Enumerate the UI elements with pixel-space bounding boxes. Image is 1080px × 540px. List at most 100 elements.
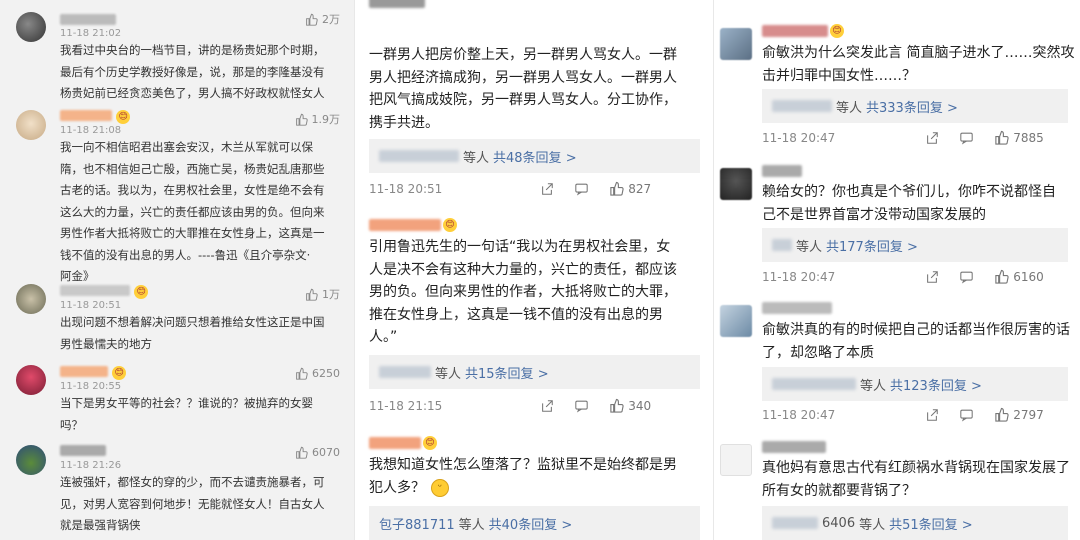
- reply-count-link[interactable]: 共48条回复 >: [493, 147, 577, 166]
- reply-summary[interactable]: 等人 共123条回复 >: [762, 367, 1068, 401]
- comment-text: 连被强奸，都怪女的穿的少，而不去谴责施暴者，可 见，对男人宽容到何地步！无能就怪…: [60, 475, 325, 532]
- comment-text: 引用鲁迅先生的一句话“我以为在男权社会里，女 人是决不会有这种大力量的，兴亡的责…: [369, 239, 677, 346]
- reply-count-link[interactable]: 共177条回复 >: [826, 236, 918, 255]
- share-icon[interactable]: [925, 131, 939, 145]
- comment-meta: 11-18 20:47 6160: [762, 269, 1068, 284]
- username[interactable]: 😊: [60, 108, 131, 124]
- reply-summary[interactable]: 等人 共48条回复 >: [369, 139, 700, 173]
- thumbs-up-icon: [994, 269, 1009, 284]
- like-button[interactable]: 6070: [295, 446, 340, 459]
- comment-meta: 11-18 20:47 7885: [762, 130, 1068, 145]
- comment-icon[interactable]: [959, 131, 974, 145]
- reply-suffix: 等人: [463, 150, 490, 166]
- reply-suffix: 等人: [836, 100, 863, 116]
- comment-icon[interactable]: [574, 399, 589, 413]
- like-count: 2797: [1013, 407, 1044, 422]
- reply-suffix: 等人: [796, 239, 823, 255]
- like-count: 2万: [322, 13, 340, 26]
- comment-time: 11-18 20:47: [762, 407, 836, 422]
- reply-summary[interactable]: 6406 等人 共51条回复 >: [762, 506, 1068, 540]
- username[interactable]: [369, 0, 425, 8]
- thumbs-up-icon: [305, 288, 318, 301]
- share-icon[interactable]: [540, 182, 554, 196]
- comment-icon[interactable]: [574, 182, 589, 196]
- avatar[interactable]: [720, 168, 752, 200]
- thumbs-up-icon: [994, 130, 1009, 145]
- comment-icon[interactable]: [959, 408, 974, 422]
- avatar[interactable]: [16, 445, 46, 475]
- reply-count-link[interactable]: 共40条回复 >: [489, 514, 573, 533]
- comment-time: 11-18 20:47: [762, 269, 836, 284]
- avatar[interactable]: [16, 284, 46, 314]
- comment-text: 一群男人把房价整上天，另一群男人骂女人。一群 男人把经济搞成狗，另一群男人骂女人…: [369, 47, 677, 131]
- reply-suffix: 等人: [860, 378, 887, 394]
- avatar[interactable]: [16, 365, 46, 395]
- like-count: 6070: [312, 446, 340, 459]
- like-button[interactable]: 1万: [305, 286, 340, 302]
- like-button[interactable]: 827: [609, 181, 651, 196]
- username[interactable]: [60, 443, 106, 459]
- thumbs-up-icon: [295, 367, 308, 380]
- avatar[interactable]: [720, 28, 752, 60]
- reply-count-link[interactable]: 共123条回复 >: [890, 375, 982, 394]
- comment-text: 俞敏洪真的有的时候把自己的话都当作很厉害的话 了，却忽略了本质: [762, 322, 1070, 361]
- reply-count-link[interactable]: 共333条回复 >: [866, 97, 958, 116]
- comment-panel-left: 11-18 21:02 2万 我看过中央台的一档节目，讲的是杨贵妃那个时期， 最…: [0, 0, 354, 540]
- like-button[interactable]: 7885: [994, 130, 1044, 145]
- reply-user[interactable]: 包子881711: [379, 514, 455, 533]
- comment-text: 俞敏洪为什么突发此言 简直脑子进水了……突然攻 击并归罪中国女性……？: [762, 45, 1075, 84]
- username[interactable]: 😊: [60, 364, 127, 380]
- like-button[interactable]: 6250: [295, 367, 340, 380]
- share-icon[interactable]: [540, 399, 554, 413]
- thumbs-up-icon: [305, 13, 318, 26]
- thumbs-up-icon: [295, 446, 308, 459]
- username[interactable]: [762, 302, 832, 314]
- share-icon[interactable]: [925, 270, 939, 284]
- comment-meta: 11-18 20:47 2797: [762, 407, 1068, 422]
- reply-count-link[interactable]: 共15条回复 >: [465, 363, 549, 382]
- avatar[interactable]: [720, 444, 752, 476]
- thumbs-up-icon: [609, 398, 624, 413]
- comment-text: 真他妈有意思古代有红颜祸水背锅现在国家发展了 所有女的就都要背锅了？: [762, 460, 1070, 499]
- reply-summary[interactable]: 等人 共177条回复 >: [762, 228, 1068, 262]
- like-button[interactable]: 340: [609, 398, 651, 413]
- like-button[interactable]: 2797: [994, 407, 1044, 422]
- comment-text: 我想知道女性怎么堕落了？监狱里不是始终都是男 犯人多？: [369, 457, 677, 496]
- comment-meta: 11-18 21:15 340: [369, 398, 700, 413]
- comment-text: 当下是男女平等的社会？？谁说的？被抛弃的女婴 吗？: [60, 396, 313, 432]
- share-icon[interactable]: [925, 408, 939, 422]
- avatar[interactable]: [16, 12, 46, 42]
- comment-time: 11-18 21:26: [60, 460, 122, 471]
- comment-icon[interactable]: [959, 270, 974, 284]
- reply-count-link[interactable]: 共51条回复 >: [889, 514, 973, 533]
- like-button[interactable]: 2万: [305, 11, 340, 27]
- grinning-emoji-icon: ᵕ: [431, 479, 449, 497]
- like-count: 827: [628, 181, 652, 196]
- like-count: 6160: [1013, 269, 1044, 284]
- reply-summary[interactable]: 等人 共333条回复 >: [762, 89, 1068, 123]
- like-button[interactable]: 1.9万: [295, 111, 340, 127]
- comment-text: 赖给女的？你也真是个爷们儿，你咋不说都怪自 己不是世界首富才没带动国家发展的: [762, 184, 1056, 223]
- username[interactable]: [60, 12, 116, 28]
- avatar[interactable]: [720, 305, 752, 337]
- username[interactable]: 😊: [762, 24, 844, 38]
- thumbs-up-icon: [295, 113, 308, 126]
- reply-summary[interactable]: 等人 共15条回复 >: [369, 355, 700, 389]
- comment-time: 11-18 21:08: [60, 125, 122, 136]
- comment-time: 11-18 20:47: [762, 130, 836, 145]
- reply-summary[interactable]: 包子881711 等人 共40条回复 >: [369, 506, 700, 540]
- reply-user[interactable]: 6406: [822, 516, 855, 531]
- avatar[interactable]: [16, 110, 46, 140]
- like-count: 340: [628, 398, 652, 413]
- reply-suffix: 等人: [859, 517, 886, 533]
- thumbs-up-icon: [994, 407, 1009, 422]
- username[interactable]: [762, 441, 826, 453]
- username[interactable]: 😊: [60, 283, 149, 299]
- username[interactable]: [762, 165, 802, 177]
- thumbs-up-icon: [609, 181, 624, 196]
- username[interactable]: 😊: [369, 436, 437, 450]
- like-button[interactable]: 6160: [994, 269, 1044, 284]
- like-count: 7885: [1013, 130, 1044, 145]
- comment-meta: 11-18 20:51 827: [369, 181, 700, 196]
- username[interactable]: 😊: [369, 218, 457, 232]
